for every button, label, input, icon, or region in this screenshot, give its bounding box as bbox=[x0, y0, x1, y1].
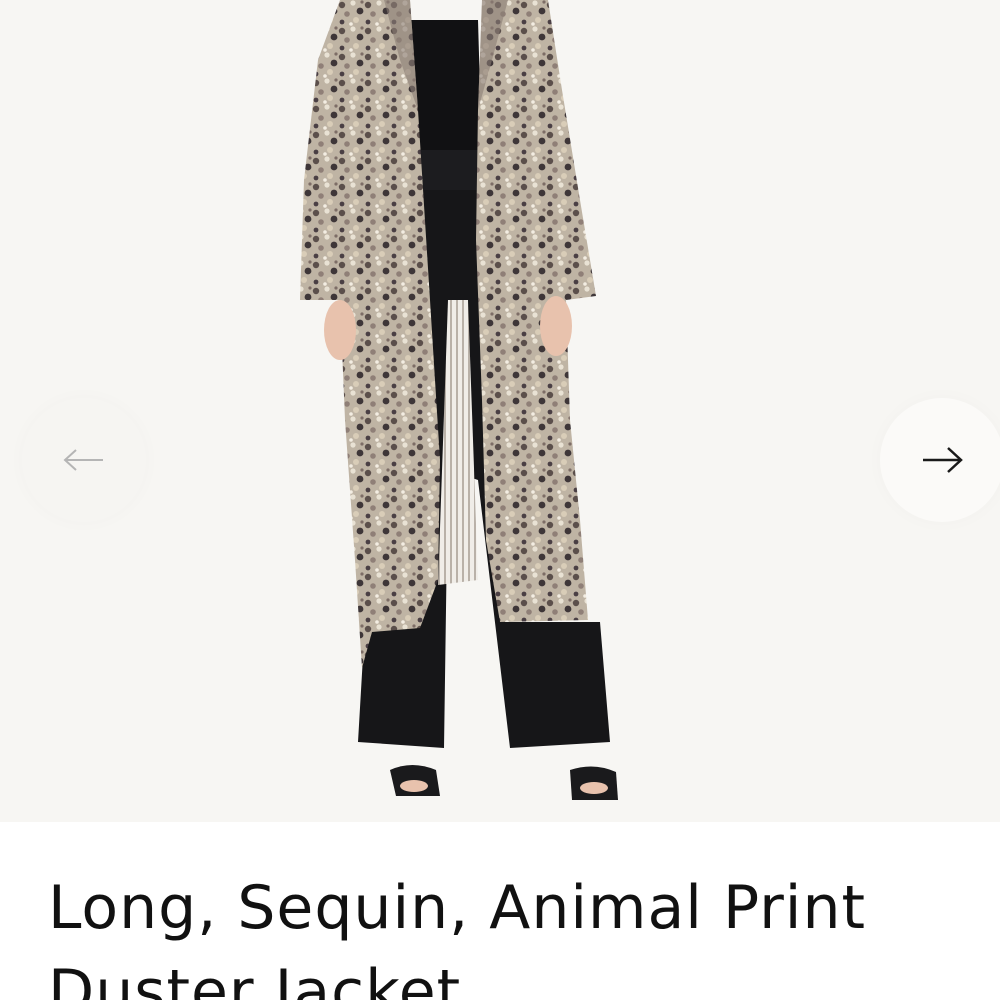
product-photo bbox=[300, 0, 618, 800]
arrow-right-icon bbox=[923, 447, 963, 473]
previous-image-button[interactable] bbox=[22, 398, 146, 522]
product-info: Long, Sequin, Animal Print Duster Jacket bbox=[0, 822, 1000, 1000]
product-title: Long, Sequin, Animal Print Duster Jacket bbox=[48, 873, 867, 1000]
next-image-button[interactable] bbox=[880, 398, 1000, 522]
arrow-left-icon bbox=[63, 449, 103, 471]
product-image-gallery bbox=[0, 0, 1000, 822]
